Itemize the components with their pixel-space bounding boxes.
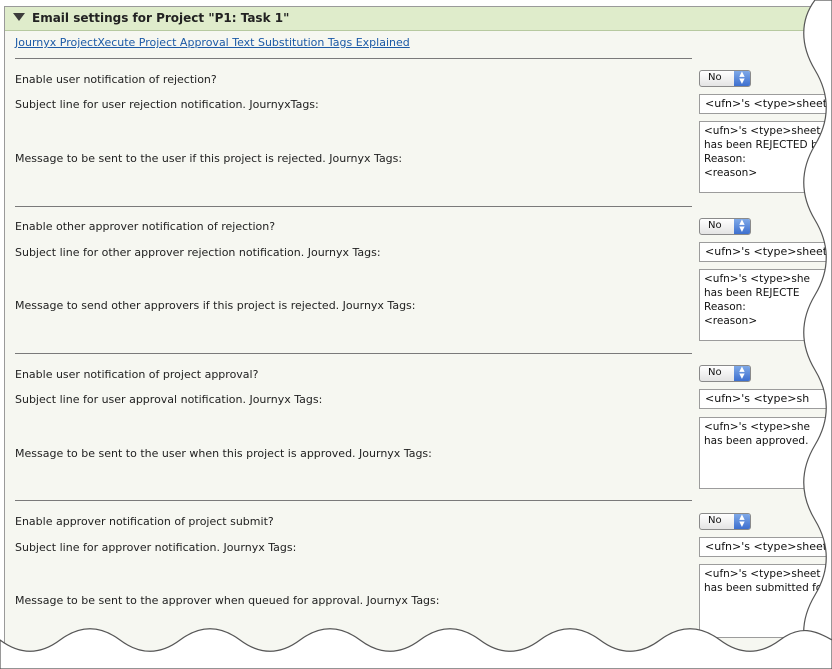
torn-edge-bottom — [0, 628, 832, 669]
torn-edge-right — [803, 0, 832, 669]
torn-edge-overlay — [0, 0, 832, 669]
